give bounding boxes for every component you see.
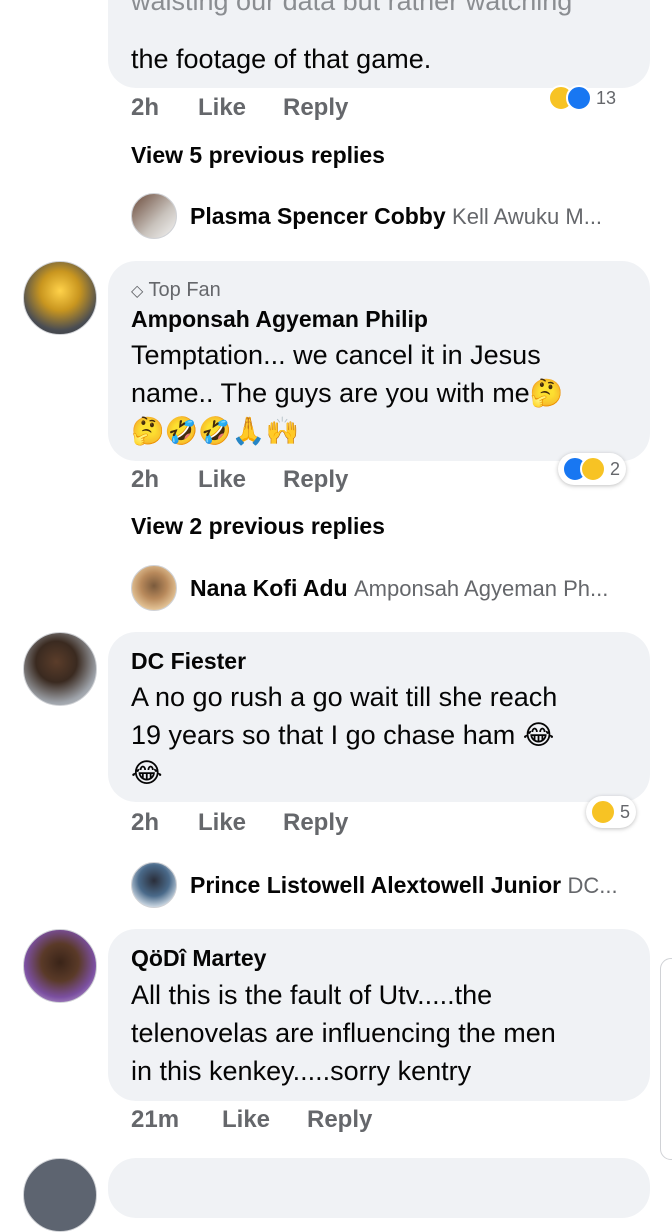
comment-text-1-line1: Temptation... we cancel it in Jesus (131, 340, 541, 370)
haha-icon (580, 456, 606, 482)
view-previous-replies-top[interactable]: View 5 previous replies (131, 142, 385, 169)
avatar[interactable] (131, 193, 177, 239)
like-button-3[interactable]: Like (222, 1106, 270, 1134)
reply-to: DC... (567, 873, 618, 898)
comment-author-2[interactable]: DC Fiester (131, 648, 246, 675)
reply-author: Prince Listowell Alextowell Junior (190, 872, 562, 898)
latest-reply-1[interactable]: Nana Kofi Adu Amponsah Agyeman Ph... (190, 575, 608, 602)
comment-text-1-line2: name.. The guys are you with me🤔 (131, 378, 564, 408)
comment-text-1-line3: 🤔🤣🤣🙏🙌 (131, 416, 300, 446)
avatar[interactable] (23, 1158, 97, 1232)
comment-text-2-line3: 😂 (131, 758, 163, 788)
reactions-2[interactable]: 5 (586, 796, 637, 828)
comment-text-top-line2: the footage of that game. (131, 44, 432, 74)
reaction-count: 13 (596, 87, 617, 108)
comment-text-top-line1: waisting our data but rather watching (131, 0, 573, 16)
comment-text-3-line3: in this kenkey.....sorry kentry (131, 1056, 472, 1086)
comment-text-2-line1: A no go rush a go wait till she reach (131, 682, 558, 712)
top-fan-badge: ◇ Top Fan (131, 279, 221, 301)
like-button-2[interactable]: Like (198, 809, 246, 837)
haha-icon (590, 799, 616, 825)
reply-to: Amponsah Agyeman Ph... (353, 576, 609, 601)
avatar[interactable] (23, 632, 97, 706)
comment-bubble-4 (108, 1158, 650, 1218)
like-icon (566, 85, 592, 111)
reply-button-2[interactable]: Reply (283, 809, 348, 837)
reply-button-3[interactable]: Reply (307, 1106, 372, 1134)
latest-reply-2[interactable]: Prince Listowell Alextowell Junior DC... (190, 872, 618, 899)
comment-time-3: 21m (131, 1106, 180, 1133)
comment-text-3-line2: telenovelas are influencing the men (131, 1018, 556, 1048)
comment-time-top: 2h (131, 94, 160, 121)
avatar[interactable] (23, 929, 97, 1003)
avatar[interactable] (23, 261, 97, 335)
comment-time-2: 2h (131, 809, 160, 836)
latest-reply-top[interactable]: Plasma Spencer Cobby Kell Awuku M... (190, 203, 602, 230)
reaction-count: 2 (610, 458, 621, 479)
comment-author-3[interactable]: QöDî Martey (131, 945, 266, 972)
like-button-top[interactable]: Like (198, 94, 246, 122)
reactions-1[interactable]: 2 (558, 453, 627, 485)
comment-text-3-line1: All this is the fault of Utv.....the (131, 980, 493, 1010)
comment-author-1[interactable]: Amponsah Agyeman Philip (131, 306, 428, 333)
reply-author: Nana Kofi Adu (190, 575, 348, 601)
reply-to: Kell Awuku M... (452, 204, 603, 229)
reply-button-1[interactable]: Reply (283, 466, 348, 494)
view-previous-replies-1[interactable]: View 2 previous replies (131, 513, 385, 540)
comment-time-1: 2h (131, 466, 160, 493)
reply-button-top[interactable]: Reply (283, 94, 348, 122)
diamond-icon: ◇ (131, 283, 144, 300)
side-panel-edge (660, 958, 672, 1160)
like-button-1[interactable]: Like (198, 466, 246, 494)
avatar[interactable] (131, 565, 177, 611)
reaction-count: 5 (620, 801, 631, 822)
avatar[interactable] (131, 862, 177, 908)
reactions-top[interactable]: 13 (544, 82, 622, 114)
comment-text-2-line2: 19 years so that I go chase ham 😂 (131, 720, 555, 750)
reply-author: Plasma Spencer Cobby (190, 203, 446, 229)
